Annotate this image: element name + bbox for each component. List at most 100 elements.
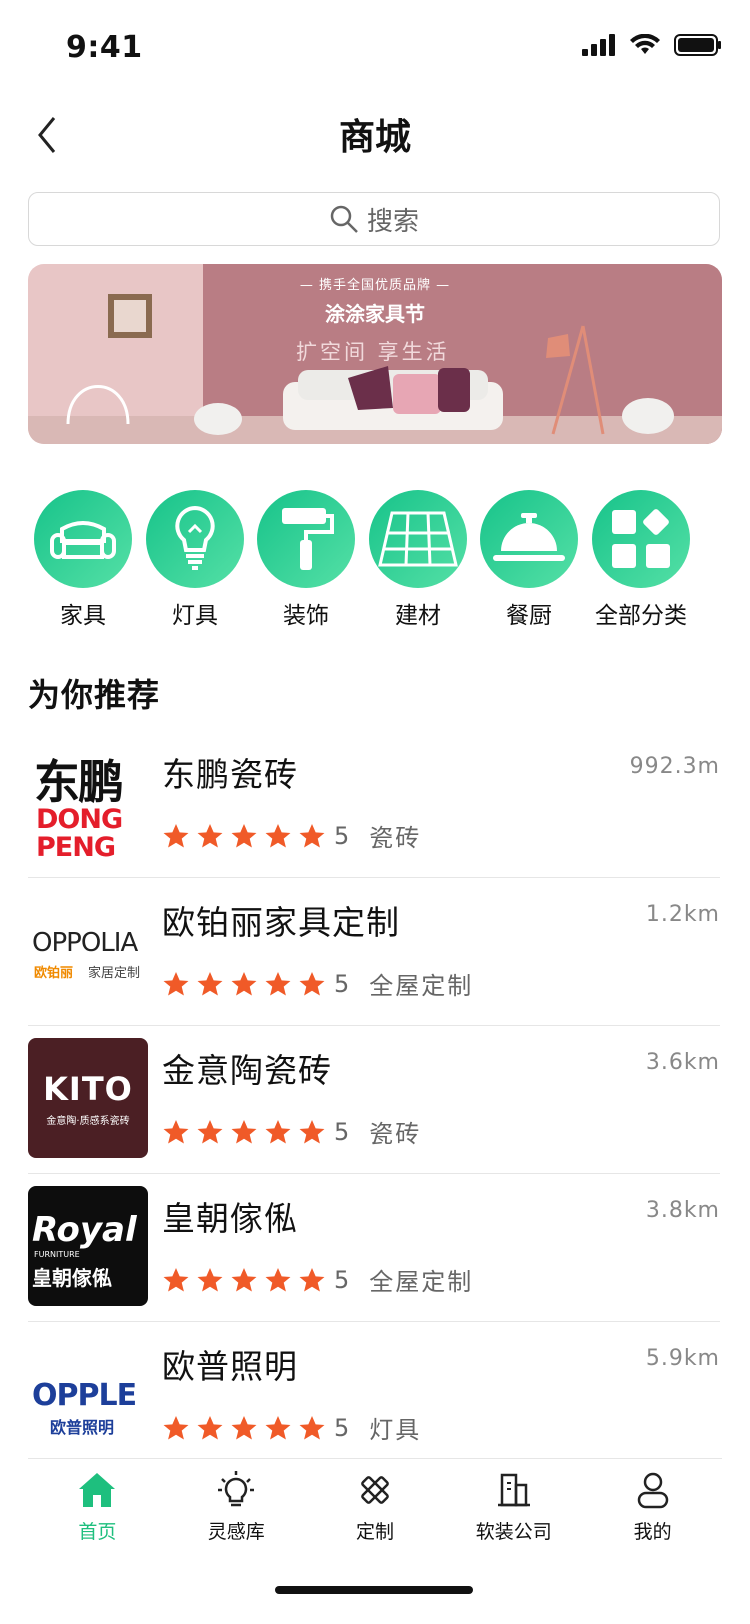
- star-icon: [265, 1119, 291, 1143]
- signal-icon: [582, 34, 615, 56]
- store-rating: 5 灯具: [162, 1410, 421, 1445]
- star-icon: [197, 1119, 223, 1143]
- star-icon: [299, 1267, 325, 1291]
- star-icon: [231, 1119, 257, 1143]
- star-rating: [162, 1415, 326, 1441]
- banner-title: 涂涂家具节: [325, 302, 425, 326]
- category-circle: [480, 490, 578, 588]
- grid-icon: [612, 509, 670, 568]
- tab-profile[interactable]: 我的: [583, 1459, 722, 1559]
- tab-label: 定制: [355, 1521, 394, 1543]
- store-name: 欧铂丽家具定制: [162, 903, 400, 942]
- cloche-icon: [493, 513, 565, 561]
- star-icon: [231, 1415, 257, 1439]
- store-distance: 992.3m: [629, 754, 720, 779]
- category-label: 家具: [60, 603, 106, 629]
- category-label: 餐厨: [506, 603, 552, 629]
- store-category: 瓷砖: [369, 1120, 422, 1148]
- section-title: 为你推荐: [28, 676, 161, 714]
- star-icon: [163, 1415, 189, 1439]
- rating-score: 5: [334, 1413, 350, 1442]
- star-rating: [162, 971, 326, 997]
- user-icon: [637, 1472, 668, 1509]
- logo-text: OPPLE: [32, 1378, 137, 1413]
- category-lighting[interactable]: 灯具: [140, 490, 250, 630]
- star-icon: [163, 971, 189, 995]
- tab-inspiration[interactable]: 灵感库: [167, 1459, 306, 1559]
- tab-label: 我的: [633, 1521, 672, 1543]
- store-distance: 5.9km: [645, 1346, 720, 1371]
- brand-logo: OPPLE 欧普照明: [28, 1334, 148, 1454]
- star-rating: [162, 1267, 326, 1293]
- search-placeholder: 搜索: [366, 206, 419, 237]
- list-item[interactable]: KITO 金意陶·质感系瓷砖 金意陶瓷砖 3.6km 5 瓷砖: [28, 1026, 720, 1174]
- tools-icon: [361, 1476, 389, 1504]
- store-name: 金意陶瓷砖: [162, 1051, 332, 1090]
- star-icon: [197, 1267, 223, 1291]
- logo-text: OPPOLIA: [32, 928, 138, 958]
- battery-icon: [674, 34, 721, 56]
- list-item[interactable]: OPPOLIA 欧铂丽 家居定制 欧铂丽家具定制 1.2km 5 全屋定制: [28, 878, 720, 1026]
- category-all[interactable]: 全部分类: [586, 490, 696, 630]
- star-icon: [299, 823, 325, 847]
- category-circle: [369, 490, 467, 588]
- star-rating: [162, 823, 326, 849]
- list-item[interactable]: Royal FURNITURE 皇朝傢俬 皇朝傢俬 3.8km 5 全屋定制: [28, 1174, 720, 1322]
- star-icon: [299, 1415, 325, 1439]
- logo-text: 金意陶·质感系瓷砖: [46, 1116, 130, 1127]
- logo-text: PENG: [36, 832, 116, 862]
- category-label: 装饰: [283, 603, 329, 629]
- category-building-materials[interactable]: 建材: [363, 490, 473, 630]
- star-icon: [265, 1415, 291, 1439]
- list-item[interactable]: 东鹏 DONG PENG 东鹏瓷砖 992.3m 5 瓷砖: [28, 730, 720, 878]
- tab-custom[interactable]: 定制: [306, 1459, 445, 1559]
- tab-bar: 首页 灵感库 定制 软装公司 我的: [28, 1458, 722, 1559]
- store-distance: 3.6km: [645, 1050, 720, 1075]
- building-icon: [497, 1473, 530, 1507]
- logo-text: 家居定制: [88, 966, 141, 981]
- sofa-icon: [50, 521, 116, 559]
- store-category: 瓷砖: [369, 824, 422, 852]
- store-rating: 5 瓷砖: [162, 1114, 421, 1149]
- category-row: 家具 灯具 装饰 建材 餐厨 全部分类: [28, 490, 722, 629]
- home-indicator: [275, 1586, 473, 1594]
- promo-banner[interactable]: — 携手全国优质品牌 — 涂涂家具节 扩空间 享生活: [28, 264, 722, 444]
- star-icon: [265, 1267, 291, 1291]
- banner-tag: — 携手全国优质品牌 —: [299, 278, 451, 293]
- category-circle: [257, 490, 355, 588]
- rating-score: 5: [334, 821, 350, 850]
- idea-bulb-icon: [218, 1471, 255, 1507]
- logo-text: 欧铂丽: [34, 966, 74, 981]
- star-icon: [163, 1119, 189, 1143]
- store-distance: 3.8km: [645, 1198, 720, 1223]
- logo-text: Royal: [32, 1210, 137, 1250]
- logo-text: 皇朝傢俬: [32, 1266, 112, 1290]
- paint-roller-icon: [282, 508, 334, 570]
- star-icon: [231, 1267, 257, 1291]
- star-icon: [265, 971, 291, 995]
- search-icon: [330, 205, 358, 233]
- store-rating: 5 全屋定制: [162, 966, 473, 1001]
- category-decoration[interactable]: 装饰: [251, 490, 361, 630]
- star-icon: [231, 823, 257, 847]
- category-furniture[interactable]: 家具: [28, 490, 138, 630]
- category-kitchen[interactable]: 餐厨: [474, 490, 584, 630]
- status-time: 9:41: [66, 30, 143, 65]
- star-icon: [197, 823, 223, 847]
- store-rating: 5 瓷砖: [162, 818, 421, 853]
- store-distance: 1.2km: [645, 902, 720, 927]
- category-label: 灯具: [172, 603, 218, 629]
- store-name: 皇朝傢俬: [162, 1199, 298, 1238]
- tab-label: 软装公司: [475, 1521, 552, 1543]
- wifi-icon: [630, 34, 660, 54]
- star-icon: [299, 971, 325, 995]
- star-icon: [197, 971, 223, 995]
- logo-text: FURNITURE: [34, 1250, 80, 1259]
- tab-companies[interactable]: 软装公司: [444, 1459, 583, 1559]
- tab-home[interactable]: 首页: [28, 1459, 167, 1559]
- search-input[interactable]: 搜索: [28, 192, 720, 246]
- star-icon: [231, 971, 257, 995]
- list-item[interactable]: OPPLE 欧普照明 欧普照明 5.9km 5 灯具: [28, 1322, 720, 1470]
- page-title: 商城: [338, 117, 411, 158]
- category-circle: [34, 490, 132, 588]
